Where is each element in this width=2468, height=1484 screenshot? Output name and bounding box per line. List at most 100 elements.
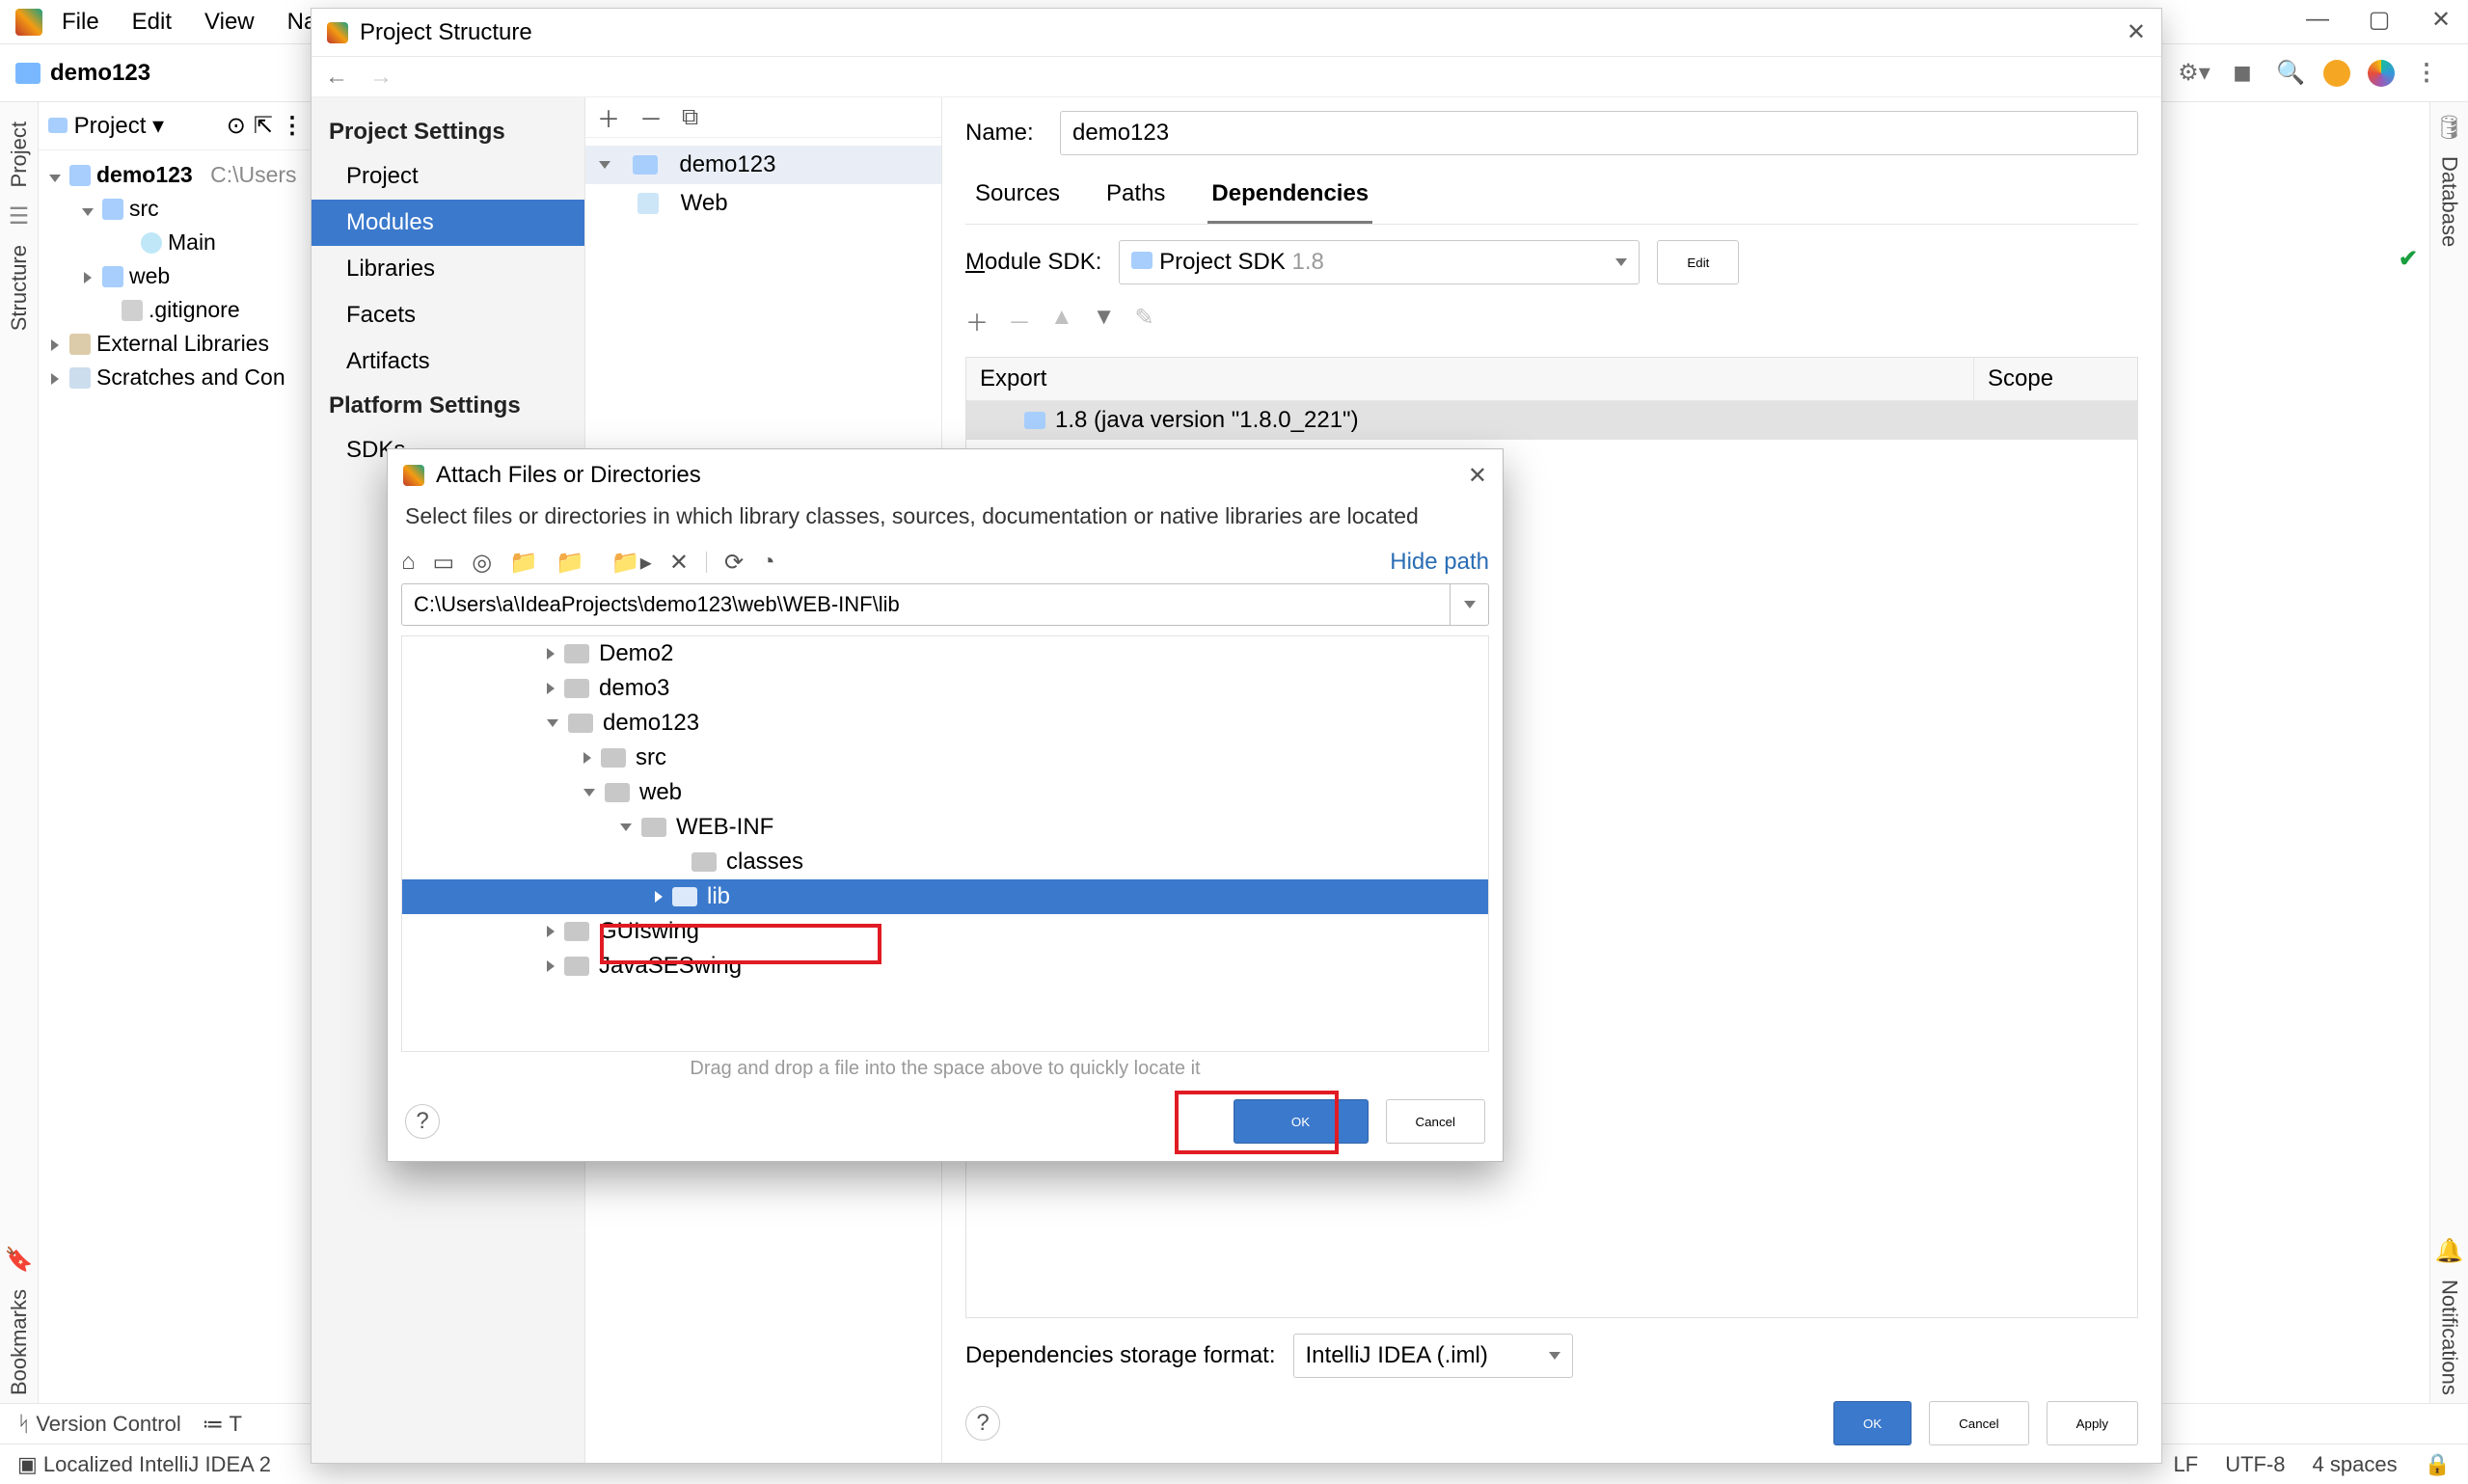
toolwindow-structure-tab[interactable]: Structure: [7, 237, 32, 338]
edit-sdk-button[interactable]: Edit: [1657, 240, 1739, 284]
show-hidden-icon[interactable]: ◔: [761, 549, 775, 576]
status-todo[interactable]: ≔ T: [203, 1412, 242, 1437]
project-dir-icon[interactable]: ◎: [472, 549, 492, 577]
path-history-dropdown[interactable]: [1451, 583, 1489, 626]
tree-web[interactable]: web: [129, 263, 170, 289]
toolwindow-bookmarks-tab[interactable]: Bookmarks: [7, 1282, 32, 1403]
tree-scratches[interactable]: Scratches and Con: [96, 364, 285, 391]
home-icon[interactable]: ⌂: [401, 549, 416, 576]
dir-src[interactable]: src: [402, 741, 1488, 775]
left-toolwindow-strip: Project ☰ Structure 🔖 Bookmarks: [0, 102, 39, 1403]
new-folder-icon[interactable]: 📁: [509, 549, 538, 577]
dir-guiswing[interactable]: GUIswing: [402, 914, 1488, 949]
collapse-all-icon[interactable]: ⇱: [254, 112, 273, 140]
menu-file[interactable]: File: [48, 3, 113, 41]
status-line-sep[interactable]: LF: [2174, 1452, 2199, 1477]
attach-title: Attach Files or Directories: [436, 462, 701, 489]
module-row-demo123[interactable]: demo123: [585, 146, 941, 184]
close-button[interactable]: ✕: [2427, 6, 2454, 34]
status-vcs[interactable]: ᛋ Version Control: [17, 1412, 181, 1437]
dir-webinf[interactable]: WEB-INF: [402, 810, 1488, 845]
ok-button[interactable]: OK: [1833, 1401, 1912, 1445]
attach-ok-button[interactable]: OK: [1234, 1099, 1369, 1144]
database-icon[interactable]: 🛢: [2436, 114, 2463, 141]
dir-classes[interactable]: classes: [402, 845, 1488, 879]
toolwindow-project-tab[interactable]: Project: [7, 114, 32, 195]
run-config-dropdown[interactable]: ⚙▾: [2179, 58, 2210, 89]
notifications-icon[interactable]: 🔔: [2436, 1237, 2463, 1264]
cat-artifacts[interactable]: Artifacts: [312, 338, 584, 385]
menu-edit[interactable]: Edit: [119, 3, 185, 41]
remove-module-button[interactable]: －: [639, 100, 663, 134]
attach-close-button[interactable]: ✕: [1468, 462, 1487, 490]
module-sdk-select[interactable]: Project SDK 1.8: [1119, 240, 1640, 284]
dir-demo3[interactable]: demo3: [402, 671, 1488, 706]
dir-demo2[interactable]: Demo2: [402, 636, 1488, 671]
cat-project[interactable]: Project: [312, 153, 584, 200]
refresh-icon[interactable]: ⟳: [724, 549, 744, 577]
nav-back-button[interactable]: ←: [325, 64, 348, 91]
hide-path-link[interactable]: Hide path: [1390, 549, 1489, 576]
cat-libraries[interactable]: Libraries: [312, 246, 584, 292]
attach-help-button[interactable]: ?: [405, 1104, 440, 1139]
project-view-dropdown[interactable]: Project ▾: [48, 112, 164, 140]
apply-button[interactable]: Apply: [2047, 1401, 2138, 1445]
attach-logo-icon: [403, 465, 424, 486]
help-button[interactable]: ?: [965, 1406, 1000, 1441]
project-more-icon[interactable]: ⋮: [281, 112, 306, 140]
project-tree[interactable]: demo123 C:\Users src Main web .gitignore…: [39, 150, 315, 402]
tips-icon[interactable]: [2323, 60, 2350, 87]
breadcrumb-project[interactable]: demo123: [50, 60, 150, 87]
dep-add-button[interactable]: ＋: [965, 304, 989, 337]
file-tree[interactable]: Demo2 demo3 demo123 src web WEB-INF clas…: [401, 635, 1489, 1052]
tab-dependencies[interactable]: Dependencies: [1207, 171, 1372, 224]
delete-icon[interactable]: ✕: [669, 549, 689, 577]
stop-button[interactable]: ◼: [2227, 58, 2258, 89]
status-encoding[interactable]: UTF-8: [2225, 1452, 2285, 1477]
add-module-button[interactable]: ＋: [597, 100, 620, 134]
desktop-icon[interactable]: ▭: [433, 549, 455, 577]
inspection-status-icon[interactable]: ✔: [2399, 245, 2418, 273]
select-opened-file-icon[interactable]: ⊙: [227, 112, 246, 140]
maximize-button[interactable]: ▢: [2366, 6, 2393, 34]
tab-sources[interactable]: Sources: [971, 171, 1064, 224]
toolwindow-database-tab[interactable]: Database: [2437, 148, 2462, 255]
dir-lib-selected[interactable]: lib: [402, 879, 1488, 914]
cat-modules[interactable]: Modules: [312, 200, 584, 246]
dir-web[interactable]: web: [402, 775, 1488, 810]
dep-row-jdk[interactable]: 1.8 (java version "1.8.0_221"): [966, 401, 2137, 440]
code-with-me-icon[interactable]: [2368, 60, 2395, 87]
module-name-input[interactable]: [1060, 111, 2138, 155]
tree-gitignore[interactable]: .gitignore: [149, 297, 240, 323]
status-lock-icon[interactable]: 🔒: [2425, 1452, 2451, 1477]
tree-src[interactable]: src: [129, 196, 159, 222]
storage-format-select[interactable]: IntelliJ IDEA (.iml): [1293, 1334, 1573, 1378]
module-dir-icon[interactable]: 📁▸: [611, 549, 652, 577]
dir-javase[interactable]: JavaSESwing: [402, 949, 1488, 984]
toolwindow-notifications-tab[interactable]: Notifications: [2437, 1272, 2462, 1403]
bookmarks-icon[interactable]: 🔖: [6, 1247, 33, 1274]
dir-demo123[interactable]: demo123: [402, 706, 1488, 741]
structure-icon[interactable]: ☰: [6, 202, 33, 229]
dep-down-button[interactable]: ▼: [1093, 304, 1116, 337]
cancel-button[interactable]: Cancel: [1929, 1401, 2029, 1445]
dialog-close-button[interactable]: ✕: [2127, 18, 2146, 46]
module-row-web[interactable]: Web: [585, 184, 941, 223]
dep-up-button: ▲: [1050, 304, 1073, 337]
attach-cancel-button[interactable]: Cancel: [1386, 1099, 1486, 1144]
search-icon[interactable]: 🔍: [2275, 58, 2306, 89]
tree-root[interactable]: demo123: [96, 162, 193, 188]
path-input[interactable]: [401, 583, 1451, 626]
more-actions-icon[interactable]: ⋮: [2412, 58, 2443, 89]
col-scope[interactable]: Scope: [1973, 358, 2137, 400]
tree-main[interactable]: Main: [168, 229, 216, 256]
cat-facets[interactable]: Facets: [312, 292, 584, 338]
tree-ext-libs[interactable]: External Libraries: [96, 331, 269, 357]
menu-view[interactable]: View: [191, 3, 268, 41]
col-export[interactable]: Export: [966, 358, 1973, 400]
tab-paths[interactable]: Paths: [1102, 171, 1169, 224]
minimize-button[interactable]: —: [2304, 6, 2331, 34]
project-folder-icon: [15, 63, 41, 84]
status-indent[interactable]: 4 spaces: [2313, 1452, 2398, 1477]
copy-module-button[interactable]: ⧉: [682, 104, 698, 131]
